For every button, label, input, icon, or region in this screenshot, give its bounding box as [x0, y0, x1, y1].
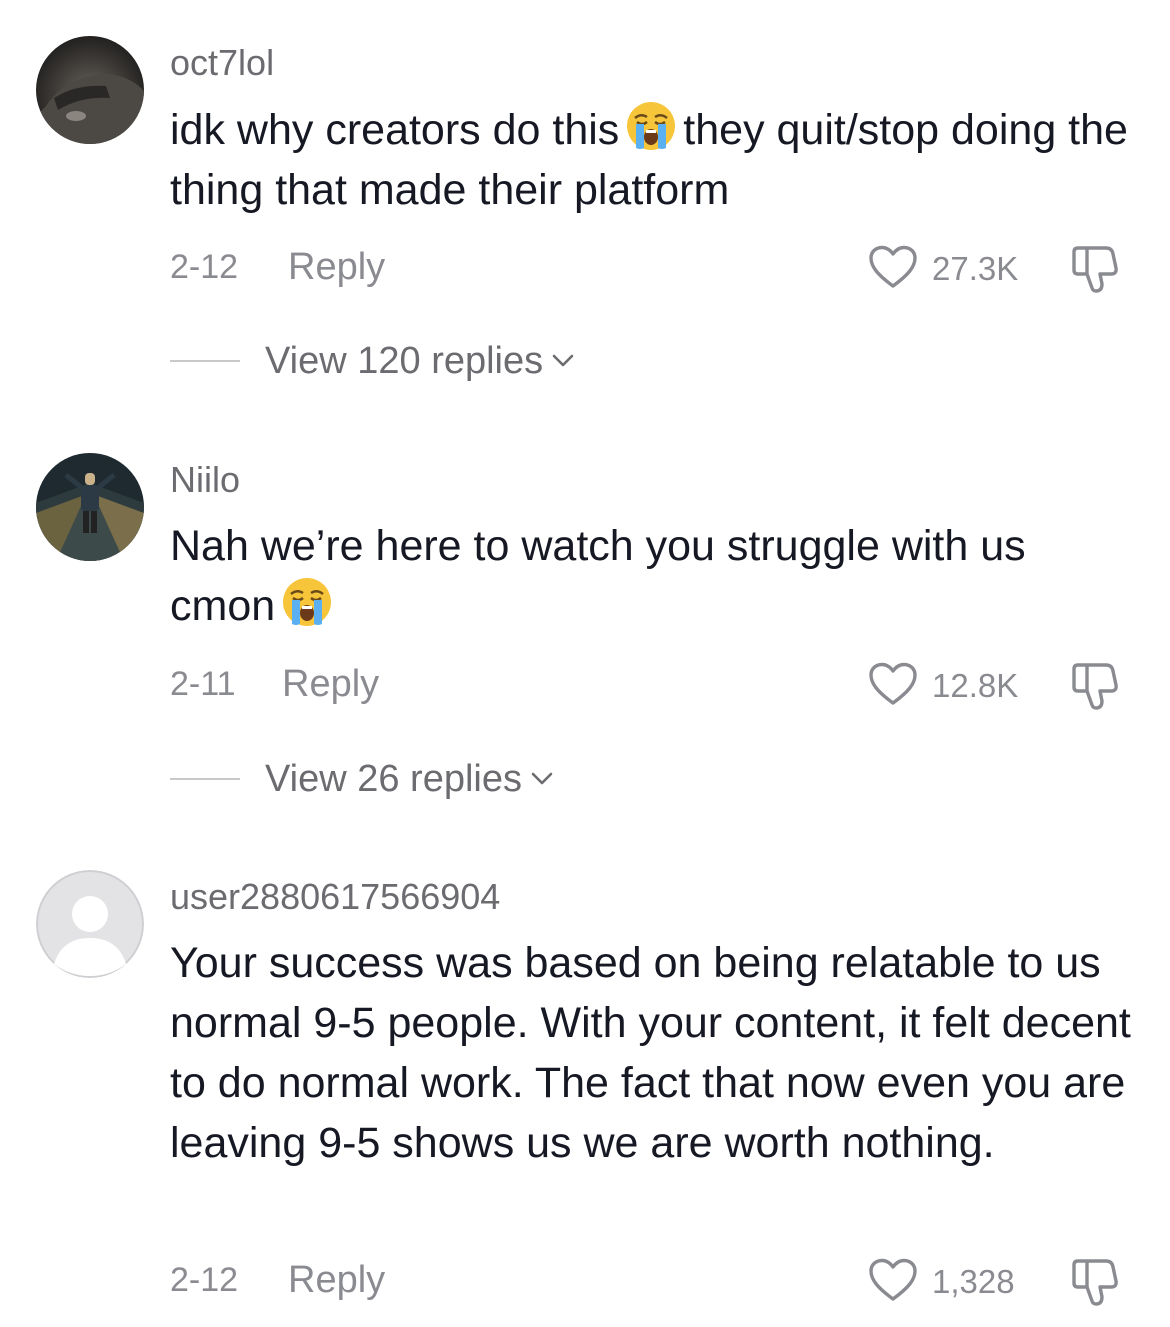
loudly-crying-face-icon	[281, 576, 333, 628]
like-count: 1,328	[932, 1263, 1015, 1300]
comment-username[interactable]: oct7lol	[170, 42, 274, 84]
reply-button[interactable]: Reply	[288, 1259, 385, 1302]
comment-text: Nah we’re here to watch you struggle wit…	[170, 516, 1140, 636]
comment-meta: 2-11 Reply 12.8K	[170, 659, 1130, 711]
comment-username[interactable]: user2880617566904	[170, 876, 500, 918]
chevron-down-icon	[552, 354, 574, 367]
comment-username[interactable]: Niilo	[170, 459, 240, 501]
reply-button[interactable]: Reply	[288, 246, 385, 289]
like-count: 12.8K	[932, 667, 1019, 704]
reply-button[interactable]: Reply	[282, 663, 379, 706]
heart-icon	[869, 245, 917, 288]
avatar[interactable]	[36, 453, 144, 561]
default-avatar-icon	[36, 870, 144, 978]
heart-icon	[869, 662, 917, 705]
comment-text-part: idk why creators do this	[170, 106, 620, 154]
comment-text: idk why creators do this they quit/stop d…	[170, 100, 1140, 220]
avatar[interactable]	[36, 870, 144, 978]
avatar-image	[36, 453, 144, 561]
divider-line	[170, 778, 240, 780]
dislike-icon[interactable]	[1070, 1257, 1122, 1307]
comment-meta: 2-12 Reply 27.3K	[170, 242, 1130, 294]
heart-icon	[869, 1258, 917, 1301]
loudly-crying-face-icon	[625, 100, 677, 152]
view-replies-label: View 26 replies	[265, 758, 554, 801]
dislike-icon[interactable]	[1070, 244, 1122, 294]
comment-date: 2-11	[170, 665, 236, 703]
view-replies-button[interactable]: View 120 replies	[170, 338, 770, 388]
view-replies-label: View 120 replies	[265, 340, 575, 383]
like-count: 27.3K	[932, 250, 1019, 287]
comment-date: 2-12	[170, 248, 239, 286]
chevron-down-icon	[531, 772, 553, 785]
divider-line	[170, 360, 240, 362]
comment-text: Your success was based on being relatabl…	[170, 939, 1131, 1167]
dislike-icon[interactable]	[1070, 661, 1122, 711]
comment-meta: 2-12 Reply 1,328	[170, 1255, 1130, 1307]
avatar[interactable]	[36, 36, 144, 144]
comment-date: 2-12	[170, 1261, 239, 1299]
avatar-image	[36, 36, 144, 144]
view-replies-button[interactable]: View 26 replies	[170, 756, 770, 806]
